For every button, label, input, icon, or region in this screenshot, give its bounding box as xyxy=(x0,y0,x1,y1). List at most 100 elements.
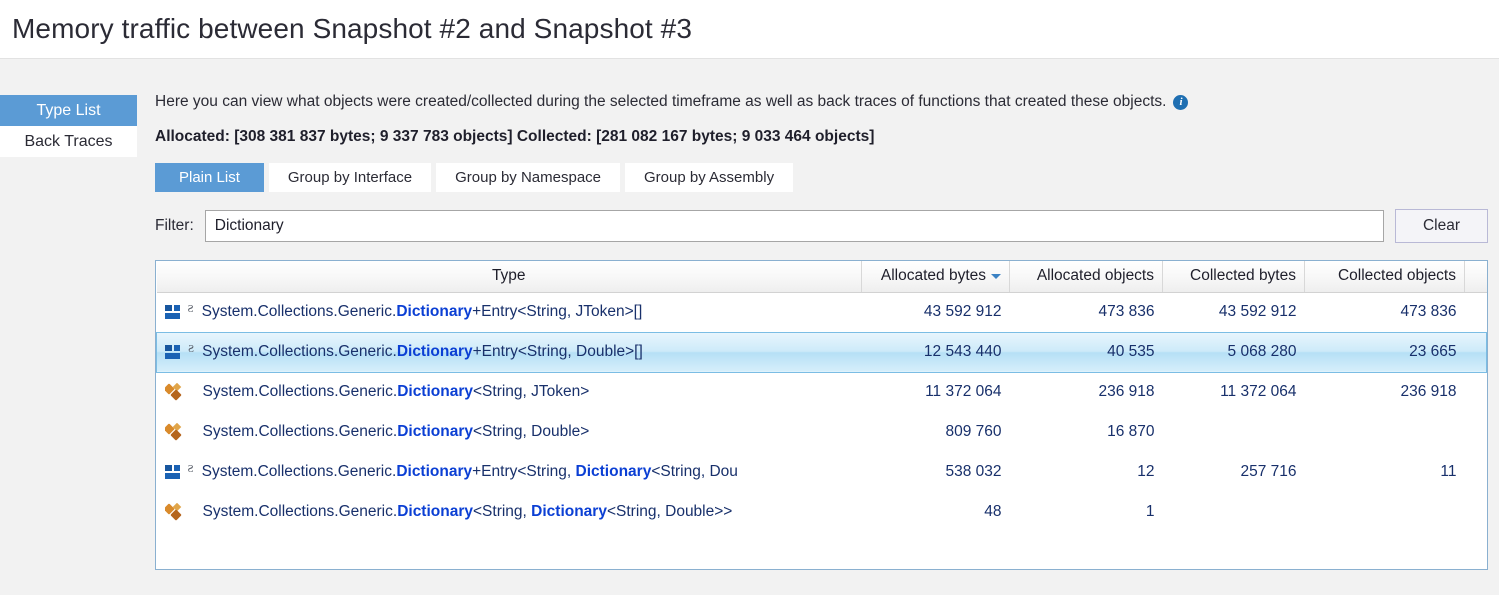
cell-allocated-bytes: 48 xyxy=(984,503,1002,520)
column-header-collected-objects[interactable]: Collected objects xyxy=(1304,261,1465,293)
tab-label: Group by Assembly xyxy=(644,169,775,186)
type-name-text: System.Collections.Generic.Dictionary<St… xyxy=(203,383,590,401)
cell-allocated-objects: 1 xyxy=(1145,503,1155,520)
grouping-tabs: Plain List Group by Interface Group by N… xyxy=(155,163,1492,192)
tab-group-by-namespace[interactable]: Group by Namespace xyxy=(436,163,621,192)
type-fragment: System.Collections.Generic. xyxy=(202,383,398,401)
cell-type: Ƨ System.Collections.Generic.Dictionary+E… xyxy=(156,331,862,373)
cell-collected-objects xyxy=(1305,492,1465,532)
page-title: Memory traffic between Snapshot #2 and S… xyxy=(12,13,693,44)
sidebar-item-label: Type List xyxy=(36,102,101,119)
column-header-label: Collected objects xyxy=(1337,267,1456,285)
tab-group-by-assembly[interactable]: Group by Assembly xyxy=(625,163,794,192)
type-keyword: Dictionary xyxy=(397,423,473,440)
column-header-allocated-bytes[interactable]: Allocated bytes xyxy=(861,261,1010,293)
cell-collected-objects: 473 836 xyxy=(1400,303,1457,320)
sidebar-item-type-list[interactable]: Type List xyxy=(0,95,137,126)
info-icon[interactable]: i xyxy=(1173,94,1189,110)
table-body: Ƨ System.Collections.Generic.Dictionary+E… xyxy=(156,292,1487,532)
type-fragment: +Entry<String, JToken>[] xyxy=(472,303,643,320)
tab-plain-list[interactable]: Plain List xyxy=(155,163,264,192)
cell-allocated-objects: 12 xyxy=(1137,463,1155,480)
filter-input[interactable] xyxy=(204,210,1384,242)
cell-type: System.Collections.Generic.Dictionary<St… xyxy=(157,412,862,452)
cell-spacer xyxy=(1465,292,1487,332)
cell-type: System.Collections.Generic.Dictionary<St… xyxy=(157,492,862,532)
cell-collected-objects: 236 918 xyxy=(1400,383,1457,401)
column-header-collected-bytes[interactable]: Collected bytes xyxy=(1162,261,1305,293)
class-icon xyxy=(165,503,182,521)
table-row[interactable]: Ƨ System.Collections.Generic.Dictionary+E… xyxy=(156,331,1487,373)
type-name-text: System.Collections.Generic.Dictionary<St… xyxy=(203,423,590,441)
cell-spacer xyxy=(1465,412,1487,452)
column-header-label: Allocated objects xyxy=(1036,267,1154,285)
cell-collected-objects xyxy=(1305,412,1465,452)
cell-spacer xyxy=(1464,331,1487,373)
body-container: Type List Back Traces Here you can view … xyxy=(0,58,1499,595)
table-row[interactable]: Ƨ System.Collections.Generic.Dictionary+E… xyxy=(157,292,1487,332)
cell-type: Ƨ System.Collections.Generic.Dictionary+E… xyxy=(157,292,862,332)
allocation-summary: Allocated: [308 381 837 bytes; 9 337 783… xyxy=(155,128,875,145)
table-row[interactable]: System.Collections.Generic.Dictionary<St… xyxy=(157,412,1487,452)
class-icon xyxy=(165,383,182,401)
type-keyword: Dictionary xyxy=(396,463,473,480)
type-keyword: Dictionary xyxy=(397,383,473,401)
type-fragment: <String, JToken> xyxy=(473,383,590,401)
type-fragment: +Entry<String, Double>[] xyxy=(472,343,643,360)
generic-marker-icon: Ƨ xyxy=(188,343,195,355)
type-fragment: <String, Dou xyxy=(651,463,738,480)
type-fragment: System.Collections.Generic. xyxy=(202,503,398,520)
cell-allocated-bytes: 12 543 440 xyxy=(861,331,1010,373)
cell-allocated-objects: 473 836 xyxy=(1098,303,1155,320)
cell-collected-objects: 11 xyxy=(1440,463,1457,480)
type-keyword: Dictionary xyxy=(397,503,473,520)
struct-icon xyxy=(164,304,182,321)
main-panel: Here you can view what objects were crea… xyxy=(137,59,1499,595)
sidebar-item-back-traces[interactable]: Back Traces xyxy=(0,126,137,157)
sort-descending-icon xyxy=(991,273,1001,279)
column-header-type[interactable]: Type xyxy=(156,261,862,293)
struct-icon xyxy=(165,344,182,361)
cell-collected-bytes: 11 372 064 xyxy=(1220,383,1297,401)
type-fragment: <String, Double> xyxy=(473,423,590,440)
table-row[interactable]: Ƨ System.Collections.Generic.Dictionary+E… xyxy=(157,452,1487,492)
table-header: Type Allocated bytes Allocated objects C… xyxy=(156,261,1487,293)
tab-label: Group by Namespace xyxy=(455,169,602,186)
cell-allocated-bytes: 43 592 912 xyxy=(923,303,1002,320)
type-fragment: <String, xyxy=(473,503,532,520)
cell-allocated-bytes: 538 032 xyxy=(945,463,1002,480)
cell-allocated-bytes: 809 760 xyxy=(945,423,1002,440)
tab-group-by-interface[interactable]: Group by Interface xyxy=(268,163,432,192)
cell-collected-bytes xyxy=(1163,412,1305,452)
info-text: Here you can view what objects were crea… xyxy=(155,93,1167,110)
table-row[interactable]: System.Collections.Generic.Dictionary<St… xyxy=(157,492,1487,532)
filter-label: Filter: xyxy=(155,217,194,234)
column-header-spacer xyxy=(1464,261,1487,293)
filter-row: Filter: Clear xyxy=(155,209,1492,243)
generic-marker-icon: Ƨ xyxy=(187,303,194,315)
type-fragment: System.Collections.Generic. xyxy=(201,463,397,480)
cell-allocated-objects: 236 918 xyxy=(1098,383,1155,401)
table-header-row: Type Allocated bytes Allocated objects C… xyxy=(156,261,1487,293)
type-fragment: System.Collections.Generic. xyxy=(202,343,397,360)
column-header-allocated-objects[interactable]: Allocated objects xyxy=(1009,261,1163,293)
clear-button[interactable]: Clear xyxy=(1395,209,1488,243)
type-fragment: System.Collections.Generic. xyxy=(202,423,398,440)
generic-marker-icon: Ƨ xyxy=(187,463,194,475)
type-keyword: Dictionary xyxy=(396,303,473,320)
table-row[interactable]: System.Collections.Generic.Dictionary<St… xyxy=(157,372,1487,412)
cell-collected-bytes: 5 068 280 xyxy=(1162,331,1305,373)
column-header-label: Type xyxy=(491,267,526,285)
title-bar: Memory traffic between Snapshot #2 and S… xyxy=(0,0,1499,58)
struct-icon xyxy=(164,464,182,481)
type-fragment: <String, Double>> xyxy=(606,503,733,520)
column-header-label: Allocated bytes xyxy=(880,267,986,285)
type-name-text: System.Collections.Generic.Dictionary+En… xyxy=(202,343,643,361)
types-table: Type Allocated bytes Allocated objects C… xyxy=(156,261,1487,532)
tab-label: Plain List xyxy=(179,169,240,186)
cell-allocated-objects: 16 870 xyxy=(1107,423,1155,440)
column-header-label: Collected bytes xyxy=(1190,267,1296,285)
type-name-text: System.Collections.Generic.Dictionary+En… xyxy=(202,303,643,321)
cell-collected-bytes: 43 592 912 xyxy=(1218,303,1297,320)
type-name-text: System.Collections.Generic.Dictionary<St… xyxy=(203,503,733,521)
